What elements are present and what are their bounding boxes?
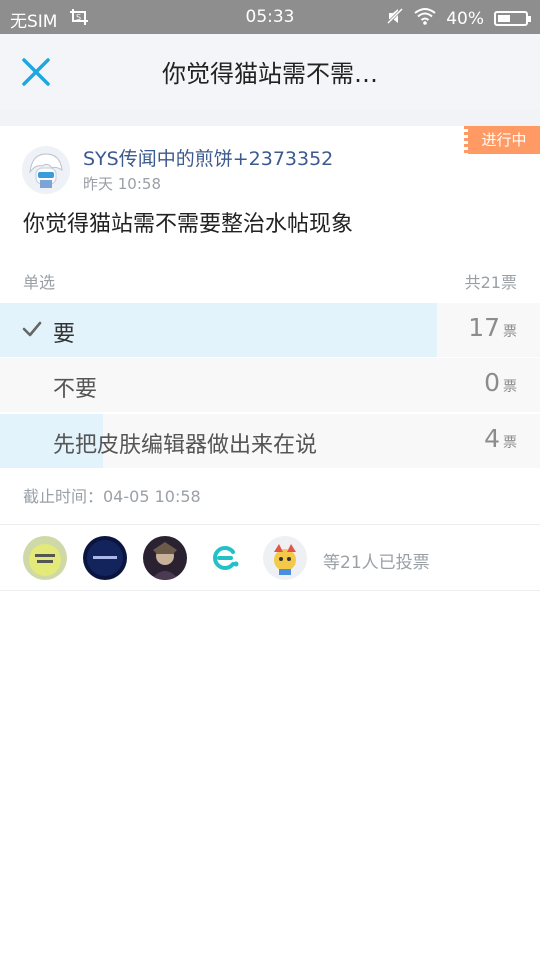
app-header: 你觉得猫站需不需… [0,34,540,110]
page-title: 你觉得猫站需不需… [162,60,378,88]
battery-percent: 40% [446,8,484,29]
option-count: 17 票 [468,313,517,342]
poll-option-skin-editor[interactable]: 先把皮肤编辑器做出来在说 4票 [0,414,540,468]
option-count: 4票 [484,424,517,453]
wifi-icon [414,7,436,30]
close-button[interactable] [18,54,54,90]
option-label: 不要 [53,377,98,402]
section-spacer [0,110,540,126]
poll-option-no[interactable]: 不要 0票 [0,358,540,412]
poll-card: 进行中 SYS传闻中的煎饼+2373352 昨天 10:58 你觉得猫站需不需要… [0,126,540,591]
divider [0,590,540,591]
author-name[interactable]: SYS传闻中的煎饼+2373352 [83,144,333,171]
poll-deadline: 截止时间：04-05 10:58 [23,487,201,506]
voter-avatar[interactable] [143,536,187,580]
option-label: 先把皮肤编辑器做出来在说 [53,433,318,458]
voter-avatar[interactable] [263,536,307,580]
option-label: 要 [53,322,76,347]
voter-avatar[interactable] [203,536,247,580]
status-bar: 无SIM S 05:33 40% [0,0,540,34]
mute-icon [386,7,404,30]
poll-question: 你觉得猫站需不需要整治水帖现象 [23,212,354,237]
author-avatar[interactable] [22,146,70,194]
status-badge: 进行中 [464,126,540,154]
close-icon [22,58,50,86]
poll-meta: 单选 共21票 [23,269,517,293]
vote-total: 共21票 [464,273,517,292]
option-count: 0票 [484,368,517,397]
post-time: 昨天 10:58 [83,175,161,193]
battery-icon [494,11,531,26]
voter-list[interactable]: 等21人已投票 [0,534,540,590]
voter-count-text: 等21人已投票 [323,553,430,573]
voter-avatar[interactable] [23,536,67,580]
poll-option-yes[interactable]: 要 17 票 [0,303,540,357]
voter-avatar[interactable] [83,536,127,580]
poll-mode: 单选 [23,273,56,292]
divider [0,524,540,525]
check-icon [22,321,42,337]
